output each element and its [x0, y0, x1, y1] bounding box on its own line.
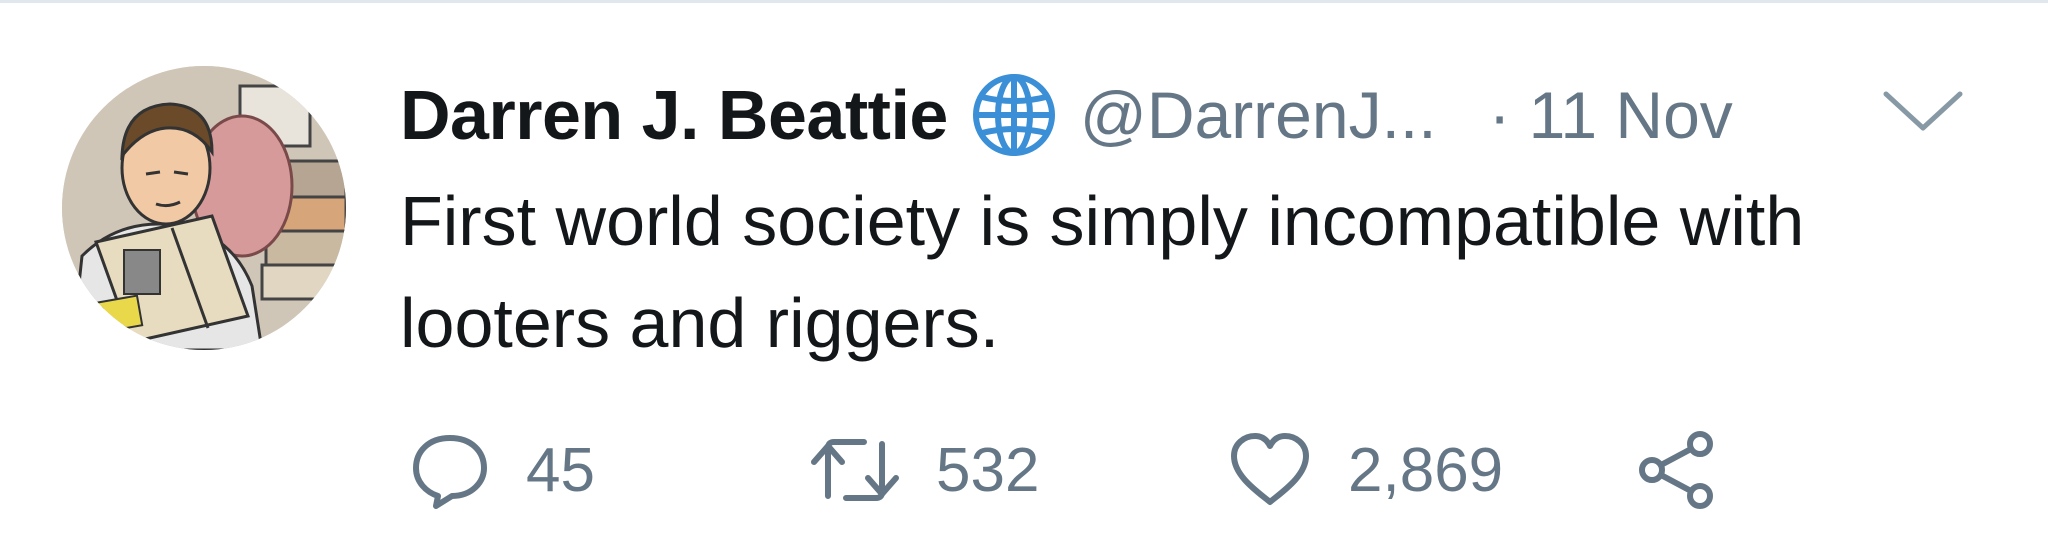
- cartoon-avatar-illustration: [62, 66, 346, 350]
- like-count: 2,869: [1348, 435, 1504, 505]
- reply-button[interactable]: 45: [410, 420, 595, 520]
- heart-icon: [1228, 430, 1312, 510]
- retweet-count: 532: [936, 435, 1040, 505]
- tweet-header: Darren J. Beattie @DarrenJ... · 11 Nov: [400, 70, 1733, 160]
- share-icon: [1636, 430, 1718, 510]
- share-button[interactable]: [1636, 420, 1718, 520]
- tweet-actions: 45 532 2,869: [0, 420, 2048, 520]
- author-display-name[interactable]: Darren J. Beattie: [400, 75, 948, 155]
- retweet-button[interactable]: 532: [810, 420, 1039, 520]
- tweet-text: First world society is simply incompatib…: [400, 182, 1805, 362]
- tweet-timestamp[interactable]: 11 Nov: [1529, 77, 1733, 153]
- top-divider: [0, 0, 2048, 3]
- like-button[interactable]: 2,869: [1228, 420, 1503, 520]
- retweet-icon: [810, 430, 900, 510]
- author-handle[interactable]: @DarrenJ...: [1080, 77, 1437, 153]
- globe-icon: [970, 71, 1058, 159]
- separator-dot: ·: [1488, 78, 1511, 152]
- reply-count: 45: [526, 435, 595, 505]
- chevron-down-icon[interactable]: [1880, 86, 1966, 136]
- reply-icon: [410, 430, 490, 510]
- avatar[interactable]: [62, 66, 346, 350]
